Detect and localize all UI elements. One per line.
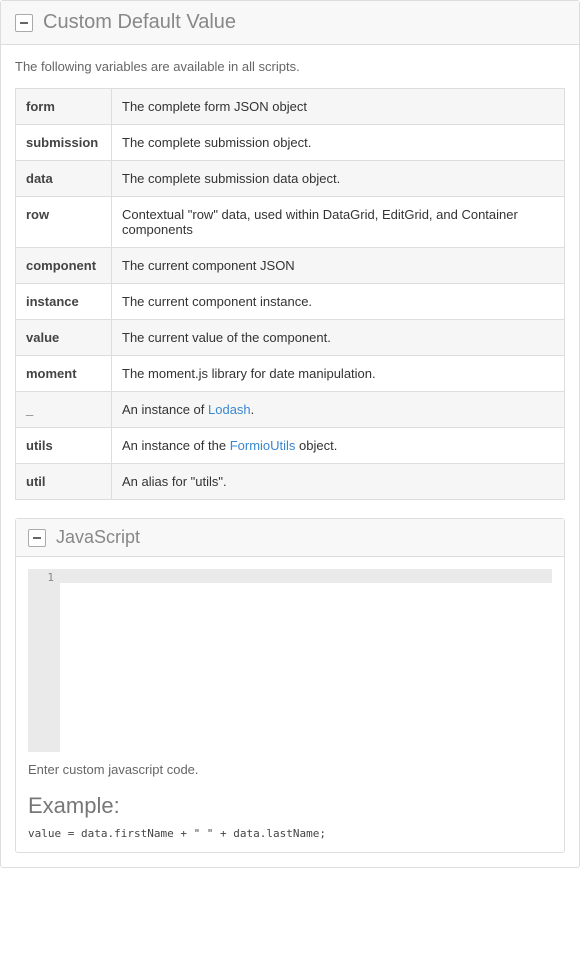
var-name: row [16, 197, 112, 248]
var-desc: The complete submission data object. [112, 161, 565, 197]
var-name: moment [16, 356, 112, 392]
panel-title: Custom Default Value [43, 11, 236, 34]
code-editor: 1 [28, 569, 552, 752]
var-desc: The current value of the component. [112, 320, 565, 356]
var-desc: An alias for "utils". [112, 464, 565, 500]
table-row: instanceThe current component instance. [16, 284, 565, 320]
panel-body: The following variables are available in… [1, 45, 579, 867]
table-row: utilsAn instance of the FormioUtils obje… [16, 428, 565, 464]
collapse-toggle[interactable] [28, 529, 46, 547]
table-row: momentThe moment.js library for date man… [16, 356, 565, 392]
table-row: _An instance of Lodash. [16, 392, 565, 428]
table-row: dataThe complete submission data object. [16, 161, 565, 197]
table-row: rowContextual "row" data, used within Da… [16, 197, 565, 248]
code-gutter: 1 [28, 569, 60, 752]
var-desc: The complete submission object. [112, 125, 565, 161]
var-desc: Contextual "row" data, used within DataG… [112, 197, 565, 248]
table-row: utilAn alias for "utils". [16, 464, 565, 500]
js-panel-title: JavaScript [56, 527, 140, 548]
js-panel-heading: JavaScript [16, 519, 564, 557]
help-text: Enter custom javascript code. [28, 762, 552, 777]
var-desc: An instance of Lodash. [112, 392, 565, 428]
table-row: submissionThe complete submission object… [16, 125, 565, 161]
var-name: data [16, 161, 112, 197]
intro-text: The following variables are available in… [15, 59, 565, 74]
minus-icon [33, 537, 41, 539]
doc-link[interactable]: FormioUtils [230, 438, 296, 453]
var-name: _ [16, 392, 112, 428]
variables-table: formThe complete form JSON objectsubmiss… [15, 88, 565, 500]
table-row: valueThe current value of the component. [16, 320, 565, 356]
var-name: instance [16, 284, 112, 320]
code-input[interactable] [60, 583, 552, 749]
var-desc: The moment.js library for date manipulat… [112, 356, 565, 392]
var-name: utils [16, 428, 112, 464]
var-desc: The current component instance. [112, 284, 565, 320]
minus-icon [20, 22, 28, 24]
var-desc: The complete form JSON object [112, 89, 565, 125]
js-panel-body: 1 Enter custom javascript code. Example:… [16, 557, 564, 852]
example-code: value = data.firstName + " " + data.last… [28, 827, 552, 840]
var-name: component [16, 248, 112, 284]
var-desc: The current component JSON [112, 248, 565, 284]
code-area [60, 569, 552, 752]
collapse-toggle[interactable] [15, 14, 33, 32]
doc-link[interactable]: Lodash [208, 402, 251, 417]
var-name: value [16, 320, 112, 356]
var-name: form [16, 89, 112, 125]
code-topstrip [60, 569, 552, 583]
javascript-panel: JavaScript 1 Enter custom javascript cod… [15, 518, 565, 853]
var-name: submission [16, 125, 112, 161]
var-desc: An instance of the FormioUtils object. [112, 428, 565, 464]
table-row: componentThe current component JSON [16, 248, 565, 284]
line-number: 1 [30, 571, 54, 584]
example-heading: Example: [28, 793, 552, 819]
custom-default-value-panel: Custom Default Value The following varia… [0, 0, 580, 868]
table-row: formThe complete form JSON object [16, 89, 565, 125]
var-name: util [16, 464, 112, 500]
panel-heading: Custom Default Value [1, 1, 579, 45]
